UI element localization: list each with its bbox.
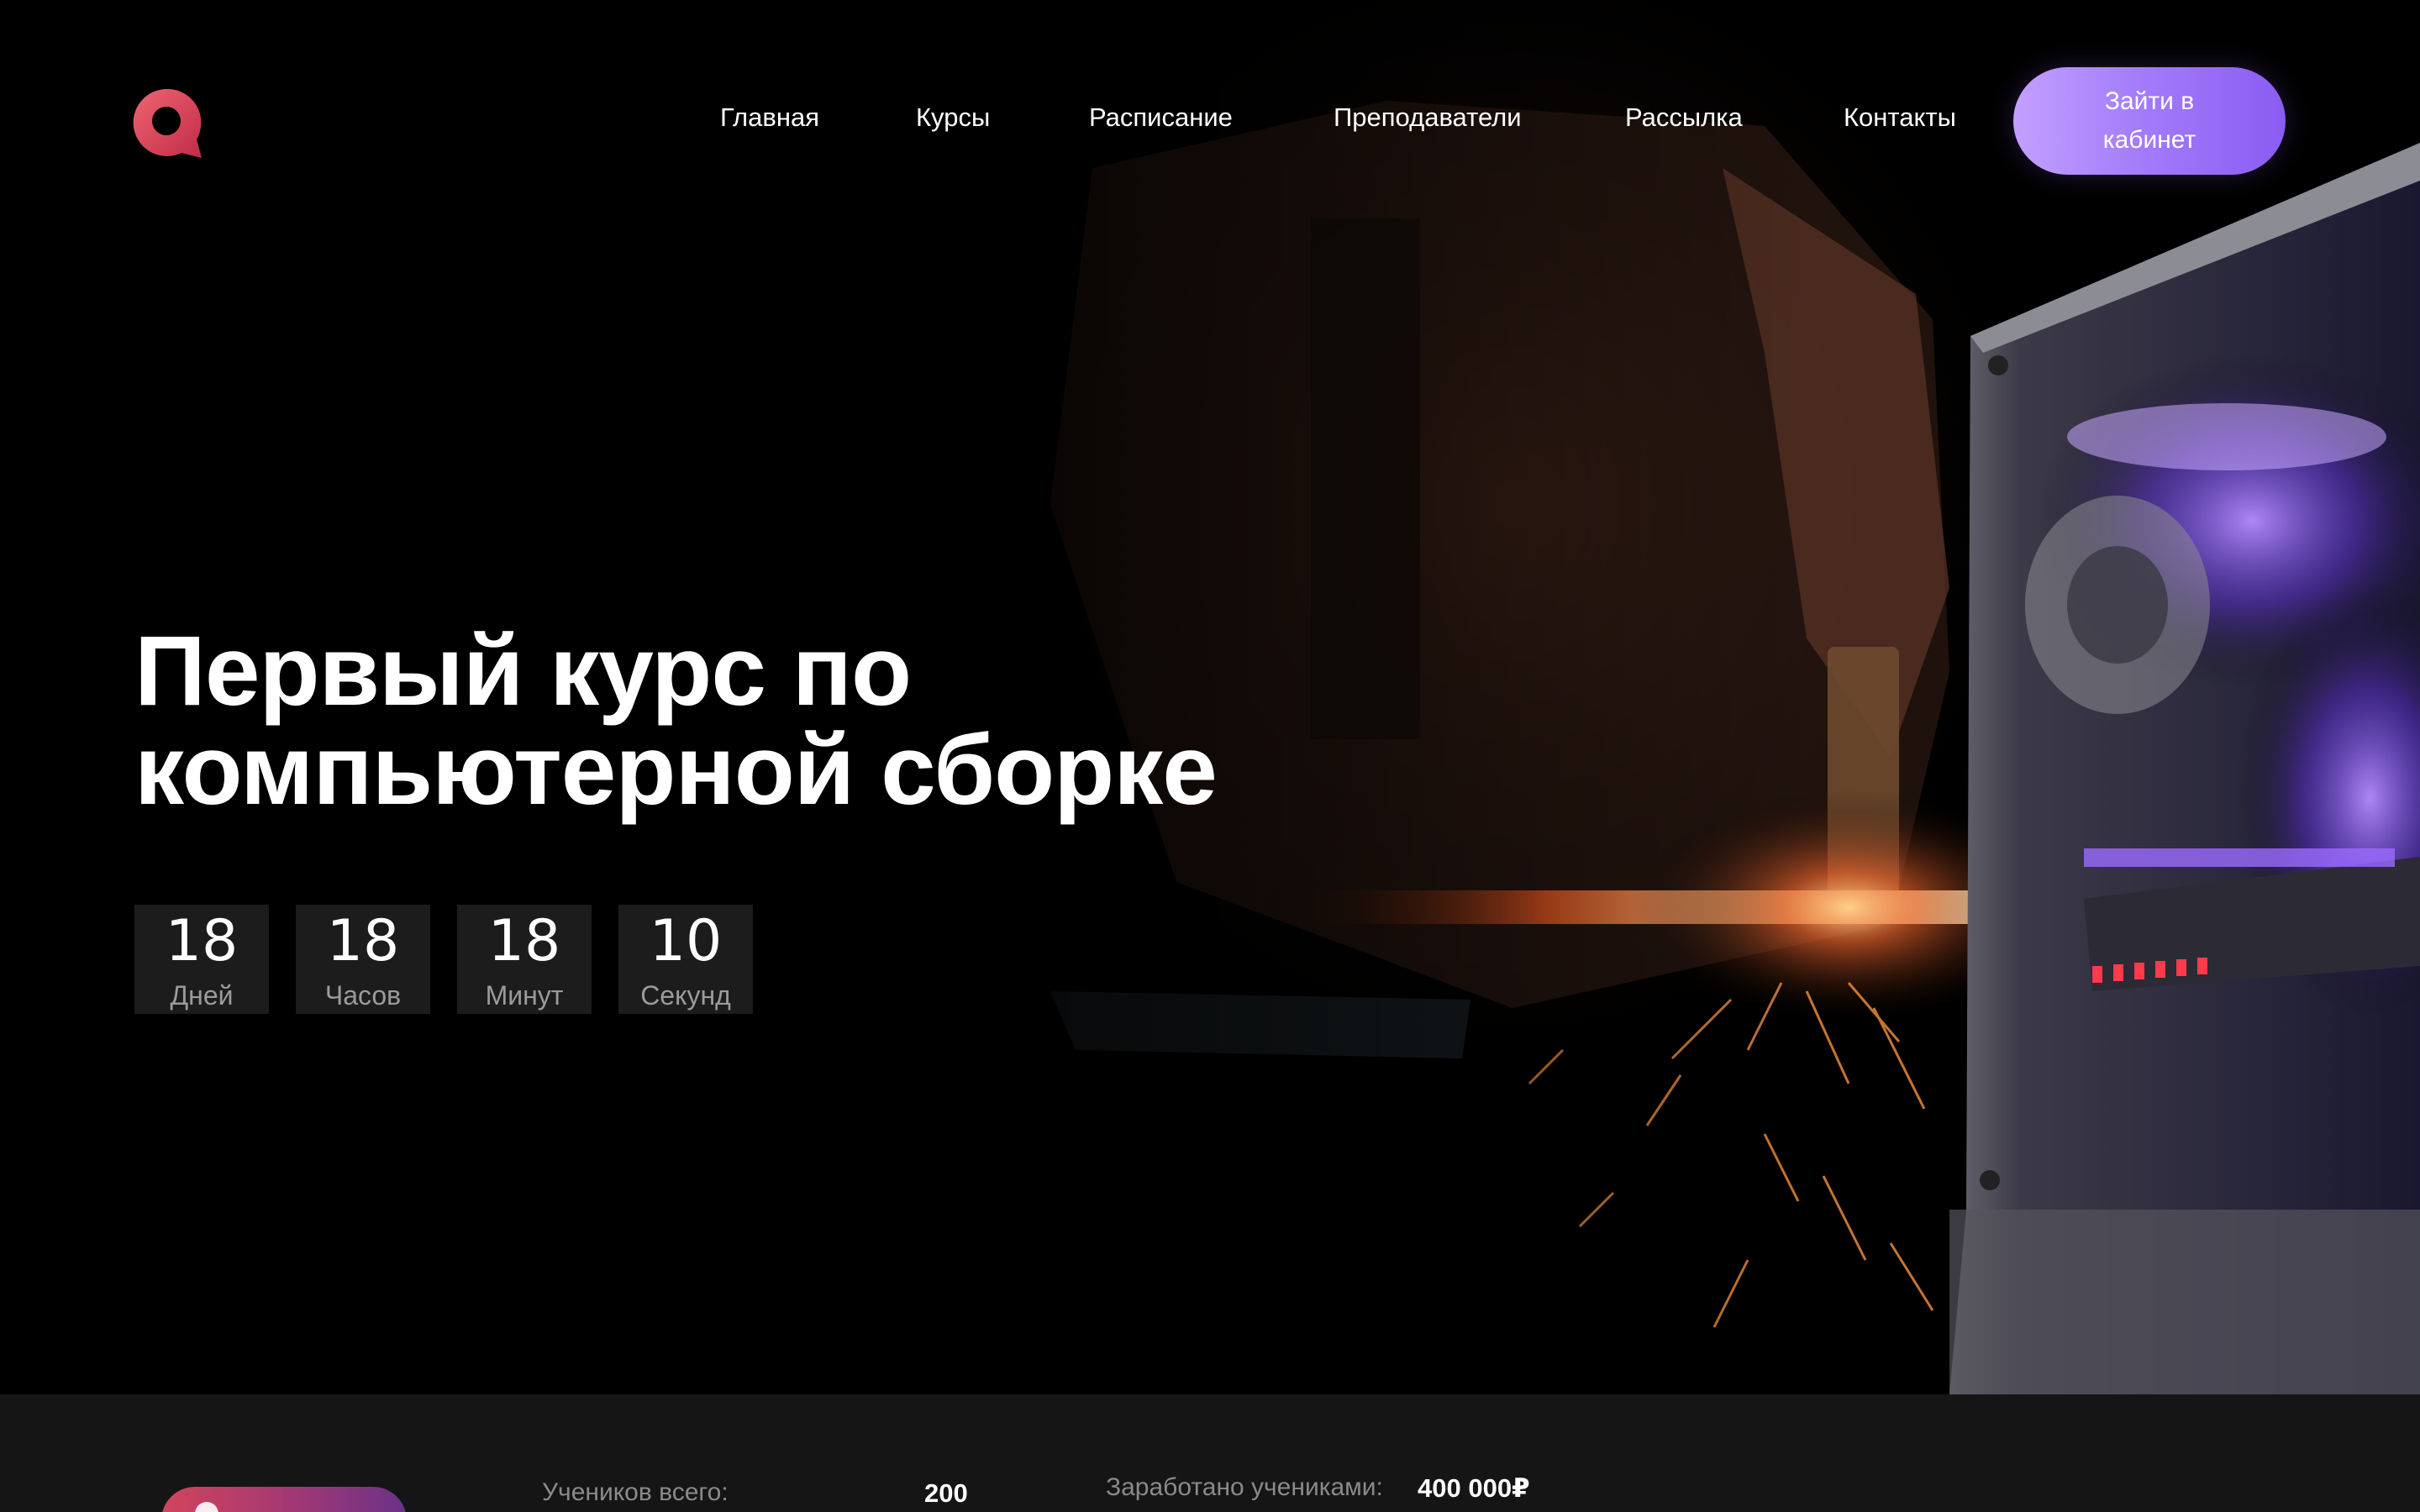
earned-value: 400 000₽ — [1418, 1473, 1530, 1503]
stats-strip: Учеников всего: 200 Заработано учениками… — [0, 1394, 2420, 1512]
nav-item-mailing[interactable]: Рассылка — [1625, 102, 1743, 133]
countdown-minutes-value: 18 — [487, 908, 561, 974]
countdown-hours: 18 Часов — [296, 905, 430, 1014]
nav-item-contacts[interactable]: Контакты — [1844, 102, 1956, 133]
students-total-label: Учеников всего: — [542, 1478, 729, 1506]
countdown-seconds-label: Секунд — [640, 980, 731, 1011]
countdown-hours-label: Часов — [324, 980, 402, 1011]
page-title: Первый курс по компьютерной сборке — [134, 622, 1395, 820]
nav-item-schedule[interactable]: Расписание — [1089, 102, 1233, 133]
hero-section: Главная Курсы Расписание Преподаватели Р… — [0, 0, 2420, 1394]
nav-item-home[interactable]: Главная — [720, 102, 819, 133]
countdown-days-label: Дней — [170, 980, 234, 1011]
nav-item-teachers[interactable]: Преподаватели — [1334, 102, 1522, 133]
page-title-line-2: компьютерной сборке — [134, 715, 1218, 826]
stats-action-button[interactable] — [161, 1487, 407, 1512]
countdown-minutes-label: Минут — [485, 980, 564, 1011]
earned-label: Заработано учениками: — [1106, 1473, 1383, 1501]
students-total-value: 200 — [924, 1478, 968, 1508]
countdown-seconds-value: 10 — [649, 908, 723, 974]
login-button[interactable]: Зайти в кабинет — [2013, 67, 2286, 175]
page-title-line-1: Первый курс по — [134, 616, 912, 727]
nav-item-courses[interactable]: Курсы — [916, 102, 990, 133]
q-speech-bubble-logo-icon[interactable] — [133, 87, 203, 158]
countdown-hours-value: 18 — [326, 908, 400, 974]
countdown-days-value: 18 — [165, 908, 239, 974]
countdown-days: 18 Дней — [134, 905, 269, 1014]
countdown-seconds: 10 Секунд — [618, 905, 753, 1014]
countdown-minutes: 18 Минут — [457, 905, 592, 1014]
circle-icon — [195, 1502, 218, 1512]
